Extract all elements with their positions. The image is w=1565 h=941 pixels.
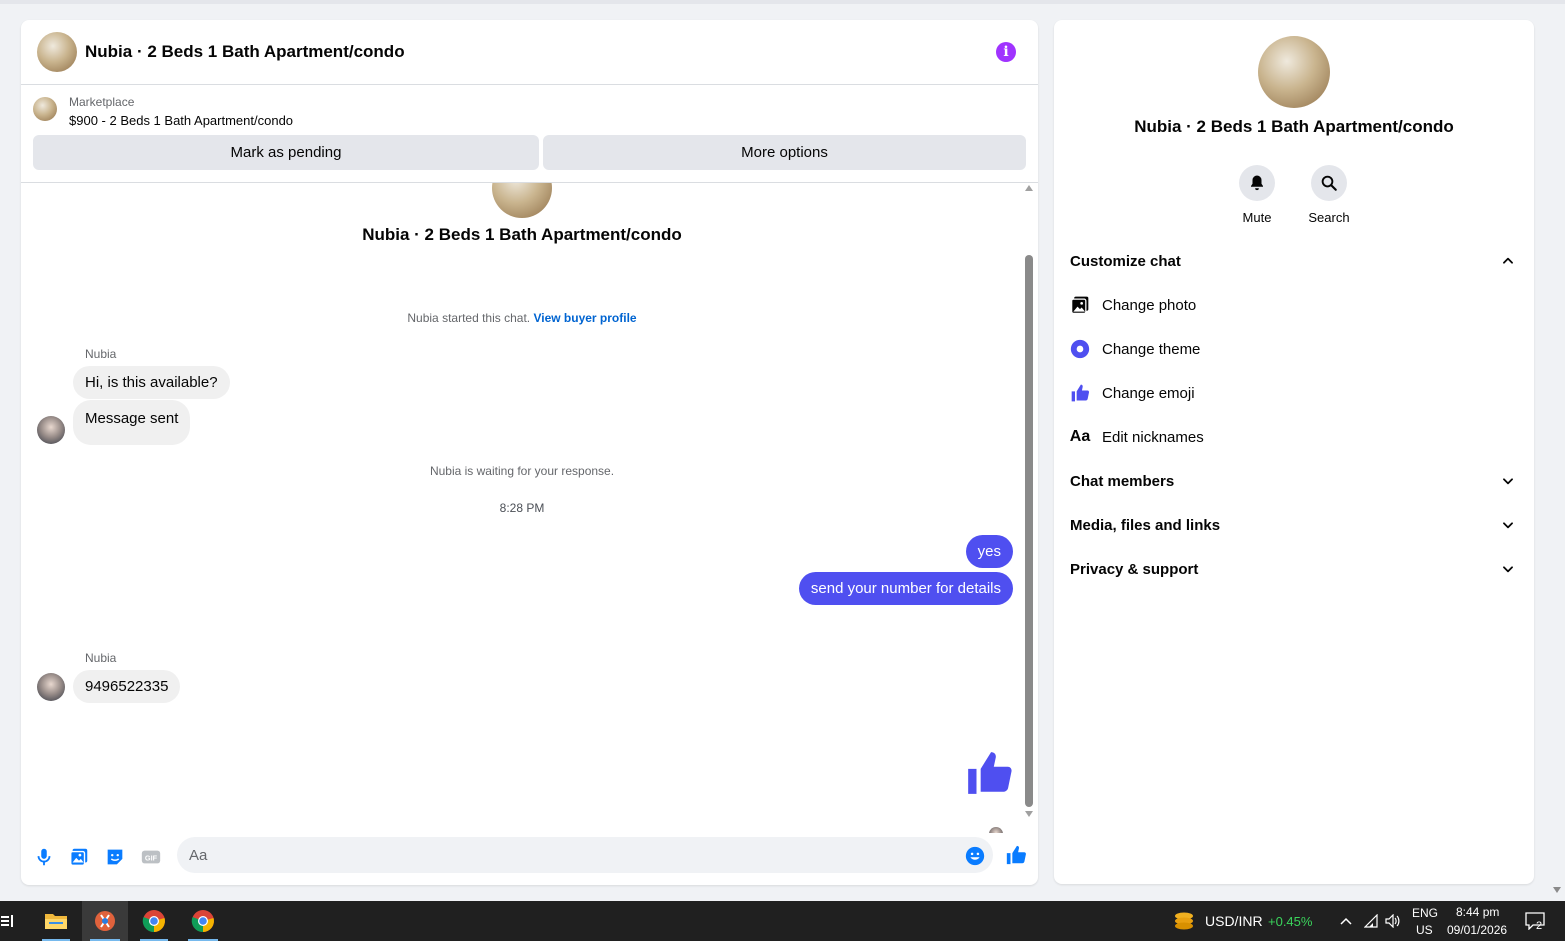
info-icon[interactable]: i xyxy=(996,42,1016,62)
thumbs-up-icon[interactable] xyxy=(964,748,1014,798)
marketplace-bar: Marketplace $900 - 2 Beds 1 Bath Apartme… xyxy=(21,85,1038,183)
search-icon xyxy=(1321,175,1337,191)
conversation-title: Nubia · 2 Beds 1 Bath Apartment/condo xyxy=(362,225,682,244)
chat-panel: Nubia · 2 Beds 1 Bath Apartment/condo i … xyxy=(21,20,1038,885)
theme-icon xyxy=(1070,339,1090,359)
thumbs-up-icon xyxy=(1071,384,1090,402)
scroll-thumb[interactable] xyxy=(1025,255,1033,807)
info-avatar[interactable] xyxy=(1258,36,1330,108)
message-bubble-incoming[interactable]: Hi, is this available? xyxy=(73,366,230,399)
task-view-icon[interactable] xyxy=(0,901,16,941)
listing-price-title[interactable]: $900 - 2 Beds 1 Bath Apartment/condo xyxy=(69,113,293,128)
gif-icon[interactable]: GIF xyxy=(140,846,162,868)
sender-name: Nubia xyxy=(85,651,117,665)
chevron-up-tray-icon[interactable] xyxy=(1336,901,1356,941)
more-options-button[interactable]: More options xyxy=(543,135,1026,170)
scroll-up-arrow-icon[interactable] xyxy=(1025,185,1033,191)
like-send-icon[interactable] xyxy=(1005,844,1027,866)
text-aa-icon: Aa xyxy=(1069,428,1091,445)
message-bubble-incoming[interactable]: 9496522335 xyxy=(73,670,181,703)
notification-count: 2 xyxy=(1536,920,1543,932)
windows-taskbar: USD/INR +0.45% ENG US 8:44 pm 09/01/2026… xyxy=(0,901,1565,941)
ticker-symbol[interactable]: USD/INR xyxy=(1205,913,1263,929)
sender-name: Nubia xyxy=(85,347,117,361)
change-theme-label: Change theme xyxy=(1102,340,1201,358)
listing-thumbnail[interactable] xyxy=(33,97,57,121)
page-scroll-down-arrow-icon[interactable] xyxy=(1553,887,1561,893)
chat-header: Nubia · 2 Beds 1 Bath Apartment/condo i xyxy=(21,20,1038,85)
scroll-down-arrow-icon[interactable] xyxy=(1025,811,1033,817)
search-label: Search xyxy=(1308,210,1350,225)
ticker-change: +0.45% xyxy=(1268,914,1313,929)
change-emoji-label: Change emoji xyxy=(1102,384,1195,402)
message-input-wrapper xyxy=(177,837,993,873)
change-photo-option[interactable]: Change photo xyxy=(1070,287,1518,323)
privacy-support-section[interactable]: Privacy & support xyxy=(1070,551,1518,587)
mark-as-pending-button[interactable]: Mark as pending xyxy=(33,135,539,170)
conversation-avatar xyxy=(492,183,552,218)
chevron-down-icon xyxy=(1503,566,1513,573)
change-theme-option[interactable]: Change theme xyxy=(1070,331,1518,367)
network-icon[interactable] xyxy=(1361,901,1381,941)
sticker-icon[interactable] xyxy=(104,846,126,868)
nubia-avatar[interactable] xyxy=(37,673,65,701)
media-files-links-label: Media, files and links xyxy=(1070,516,1221,534)
chrome-icon[interactable] xyxy=(132,901,176,941)
message-timestamp: 8:28 PM xyxy=(499,501,545,515)
clock-date[interactable]: 09/01/2026 xyxy=(1447,923,1507,937)
marketplace-label: Marketplace xyxy=(69,95,135,109)
currency-widget-icon[interactable] xyxy=(1170,901,1198,941)
volume-icon[interactable] xyxy=(1383,901,1403,941)
customize-chat-label: Customize chat xyxy=(1070,252,1181,270)
message-list: Nubia · 2 Beds 1 Bath Apartment/condo Nu… xyxy=(21,183,1038,833)
image-icon[interactable] xyxy=(68,846,90,868)
chat-started-notice: Nubia started this chat. View buyer prof… xyxy=(21,311,1023,325)
file-explorer-icon[interactable] xyxy=(34,901,78,941)
composer: GIF xyxy=(21,833,1038,885)
language-code[interactable]: ENG xyxy=(1412,906,1438,920)
top-border xyxy=(0,0,1565,4)
message-bubble-outgoing[interactable]: send your number for details xyxy=(798,572,1013,605)
edit-nicknames-option[interactable]: Aa Edit nicknames xyxy=(1070,419,1518,455)
chevron-up-icon xyxy=(1503,257,1513,264)
privacy-support-label: Privacy & support xyxy=(1070,560,1199,578)
chevron-down-icon xyxy=(1503,478,1513,485)
message-input[interactable] xyxy=(189,837,949,873)
chevron-down-icon xyxy=(1503,522,1513,529)
snipping-tool-icon[interactable] xyxy=(82,901,128,941)
microphone-icon[interactable] xyxy=(33,846,55,868)
info-title: Nubia · 2 Beds 1 Bath Apartment/condo xyxy=(1134,117,1454,136)
chat-members-section[interactable]: Chat members xyxy=(1070,463,1518,499)
listing-avatar[interactable] xyxy=(37,32,77,72)
photo-icon xyxy=(1071,296,1089,314)
mute-button[interactable]: Mute xyxy=(1227,165,1287,225)
bell-icon xyxy=(1251,175,1263,191)
chat-members-label: Chat members xyxy=(1070,472,1175,490)
nubia-avatar[interactable] xyxy=(37,416,65,444)
language-region[interactable]: US xyxy=(1416,923,1433,937)
change-photo-label: Change photo xyxy=(1102,296,1197,314)
clock-time[interactable]: 8:44 pm xyxy=(1456,905,1499,919)
customize-chat-section[interactable]: Customize chat xyxy=(1070,243,1518,279)
chrome-profile-icon[interactable] xyxy=(180,901,226,941)
emoji-icon[interactable] xyxy=(965,846,985,866)
chat-title[interactable]: Nubia · 2 Beds 1 Bath Apartment/condo xyxy=(85,42,405,62)
message-bubble-incoming[interactable]: Message sent xyxy=(73,400,191,445)
search-button[interactable]: Search xyxy=(1299,165,1359,225)
notification-center-icon[interactable]: 2 xyxy=(1520,901,1550,941)
chat-info-panel: Nubia · 2 Beds 1 Bath Apartment/condo Mu… xyxy=(1054,20,1534,884)
mute-label: Mute xyxy=(1242,210,1272,225)
message-bubble-outgoing[interactable]: yes xyxy=(965,535,1013,568)
chat-started-text: Nubia started this chat. xyxy=(407,311,531,325)
chat-scrollbar[interactable] xyxy=(1023,185,1035,825)
waiting-notice: Nubia is waiting for your response. xyxy=(429,464,615,478)
media-files-links-section[interactable]: Media, files and links xyxy=(1070,507,1518,543)
view-buyer-profile-link[interactable]: View buyer profile xyxy=(533,311,636,325)
change-emoji-option[interactable]: Change emoji xyxy=(1070,375,1518,411)
svg-text:GIF: GIF xyxy=(145,854,158,863)
edit-nicknames-label: Edit nicknames xyxy=(1102,428,1204,446)
